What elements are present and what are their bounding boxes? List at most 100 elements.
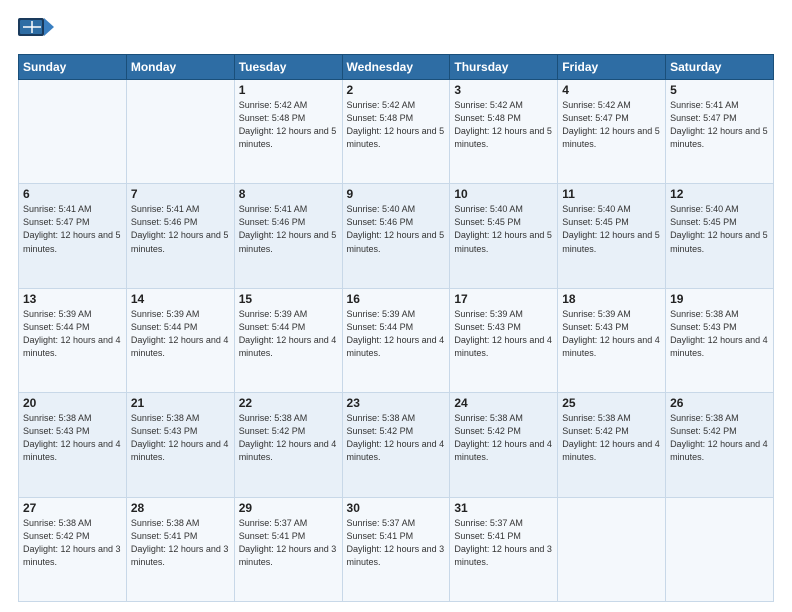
day-info: Sunrise: 5:42 AM Sunset: 5:47 PM Dayligh… — [562, 99, 661, 151]
day-info: Sunrise: 5:38 AM Sunset: 5:42 PM Dayligh… — [23, 517, 122, 569]
day-number: 20 — [23, 396, 122, 410]
calendar-day-1: 1 Sunrise: 5:42 AM Sunset: 5:48 PM Daylig… — [234, 80, 342, 184]
day-info: Sunrise: 5:39 AM Sunset: 5:43 PM Dayligh… — [454, 308, 553, 360]
day-number: 28 — [131, 501, 230, 515]
calendar-day-28: 28 Sunrise: 5:38 AM Sunset: 5:41 PM Dayli… — [126, 497, 234, 601]
calendar-week-row: 6 Sunrise: 5:41 AM Sunset: 5:47 PM Daylig… — [19, 184, 774, 288]
calendar-day-4: 4 Sunrise: 5:42 AM Sunset: 5:47 PM Daylig… — [558, 80, 666, 184]
calendar-day-3: 3 Sunrise: 5:42 AM Sunset: 5:48 PM Daylig… — [450, 80, 558, 184]
weekday-header-wednesday: Wednesday — [342, 55, 450, 80]
day-info: Sunrise: 5:39 AM Sunset: 5:44 PM Dayligh… — [347, 308, 446, 360]
calendar-day-15: 15 Sunrise: 5:39 AM Sunset: 5:44 PM Dayli… — [234, 288, 342, 392]
calendar-day-7: 7Sunrise: 5:41 AM Sunset: 5:46 PM Daylig… — [126, 184, 234, 288]
day-info: Sunrise: 5:40 AM Sunset: 5:45 PM Dayligh… — [670, 203, 769, 255]
day-number: 21 — [131, 396, 230, 410]
calendar-table: SundayMondayTuesdayWednesdayThursdayFrid… — [18, 54, 774, 602]
logo-icon — [18, 18, 54, 46]
day-info: Sunrise: 5:39 AM Sunset: 5:43 PM Dayligh… — [562, 308, 661, 360]
day-info: Sunrise: 5:38 AM Sunset: 5:41 PM Dayligh… — [131, 517, 230, 569]
calendar-day-9: 9 Sunrise: 5:40 AM Sunset: 5:46 PM Daylig… — [342, 184, 450, 288]
day-info: Sunrise: 5:38 AM Sunset: 5:43 PM Dayligh… — [23, 412, 122, 464]
day-number: 17 — [454, 292, 553, 306]
day-number: 11 — [562, 187, 661, 201]
calendar-day-30: 30 Sunrise: 5:37 AM Sunset: 5:41 PM Dayli… — [342, 497, 450, 601]
day-info: Sunrise: 5:40 AM Sunset: 5:45 PM Dayligh… — [454, 203, 553, 255]
calendar-week-row: 27 Sunrise: 5:38 AM Sunset: 5:42 PM Dayli… — [19, 497, 774, 601]
day-info: Sunrise: 5:38 AM Sunset: 5:43 PM Dayligh… — [131, 412, 230, 464]
page: SundayMondayTuesdayWednesdayThursdayFrid… — [0, 0, 792, 612]
day-number: 19 — [670, 292, 769, 306]
day-number: 6 — [23, 187, 122, 201]
calendar-empty-cell — [558, 497, 666, 601]
day-number: 29 — [239, 501, 338, 515]
calendar-day-18: 18Sunrise: 5:39 AM Sunset: 5:43 PM Dayli… — [558, 288, 666, 392]
calendar-week-row: 1 Sunrise: 5:42 AM Sunset: 5:48 PM Daylig… — [19, 80, 774, 184]
calendar-day-5: 5Sunrise: 5:41 AM Sunset: 5:47 PM Daylig… — [666, 80, 774, 184]
day-info: Sunrise: 5:41 AM Sunset: 5:47 PM Dayligh… — [23, 203, 122, 255]
day-number: 31 — [454, 501, 553, 515]
calendar-week-row: 20 Sunrise: 5:38 AM Sunset: 5:43 PM Dayli… — [19, 393, 774, 497]
header — [18, 18, 774, 46]
calendar-empty-cell — [666, 497, 774, 601]
calendar-day-12: 12 Sunrise: 5:40 AM Sunset: 5:45 PM Dayli… — [666, 184, 774, 288]
calendar-day-10: 10 Sunrise: 5:40 AM Sunset: 5:45 PM Dayli… — [450, 184, 558, 288]
calendar-day-13: 13 Sunrise: 5:39 AM Sunset: 5:44 PM Dayli… — [19, 288, 127, 392]
calendar-day-14: 14Sunrise: 5:39 AM Sunset: 5:44 PM Dayli… — [126, 288, 234, 392]
day-info: Sunrise: 5:38 AM Sunset: 5:43 PM Dayligh… — [670, 308, 769, 360]
weekday-header-monday: Monday — [126, 55, 234, 80]
calendar-day-27: 27 Sunrise: 5:38 AM Sunset: 5:42 PM Dayli… — [19, 497, 127, 601]
day-number: 22 — [239, 396, 338, 410]
day-info: Sunrise: 5:37 AM Sunset: 5:41 PM Dayligh… — [454, 517, 553, 569]
day-info: Sunrise: 5:39 AM Sunset: 5:44 PM Dayligh… — [23, 308, 122, 360]
day-number: 3 — [454, 83, 553, 97]
day-info: Sunrise: 5:39 AM Sunset: 5:44 PM Dayligh… — [239, 308, 338, 360]
day-info: Sunrise: 5:40 AM Sunset: 5:45 PM Dayligh… — [562, 203, 661, 255]
calendar-day-19: 19 Sunrise: 5:38 AM Sunset: 5:43 PM Dayli… — [666, 288, 774, 392]
day-number: 15 — [239, 292, 338, 306]
calendar-day-25: 25Sunrise: 5:38 AM Sunset: 5:42 PM Dayli… — [558, 393, 666, 497]
day-number: 5 — [670, 83, 769, 97]
calendar-day-22: 22 Sunrise: 5:38 AM Sunset: 5:42 PM Dayli… — [234, 393, 342, 497]
weekday-header-tuesday: Tuesday — [234, 55, 342, 80]
day-number: 8 — [239, 187, 338, 201]
day-info: Sunrise: 5:37 AM Sunset: 5:41 PM Dayligh… — [239, 517, 338, 569]
day-number: 12 — [670, 187, 769, 201]
day-number: 7 — [131, 187, 230, 201]
calendar-day-20: 20 Sunrise: 5:38 AM Sunset: 5:43 PM Dayli… — [19, 393, 127, 497]
day-number: 1 — [239, 83, 338, 97]
calendar-day-31: 31 Sunrise: 5:37 AM Sunset: 5:41 PM Dayli… — [450, 497, 558, 601]
calendar-empty-cell — [19, 80, 127, 184]
logo — [18, 18, 58, 46]
calendar-day-29: 29 Sunrise: 5:37 AM Sunset: 5:41 PM Dayli… — [234, 497, 342, 601]
day-info: Sunrise: 5:42 AM Sunset: 5:48 PM Dayligh… — [454, 99, 553, 151]
day-number: 13 — [23, 292, 122, 306]
day-info: Sunrise: 5:38 AM Sunset: 5:42 PM Dayligh… — [239, 412, 338, 464]
day-info: Sunrise: 5:38 AM Sunset: 5:42 PM Dayligh… — [562, 412, 661, 464]
calendar-empty-cell — [126, 80, 234, 184]
day-info: Sunrise: 5:37 AM Sunset: 5:41 PM Dayligh… — [347, 517, 446, 569]
calendar-day-26: 26Sunrise: 5:38 AM Sunset: 5:42 PM Dayli… — [666, 393, 774, 497]
day-number: 4 — [562, 83, 661, 97]
day-info: Sunrise: 5:38 AM Sunset: 5:42 PM Dayligh… — [347, 412, 446, 464]
calendar-header-row: SundayMondayTuesdayWednesdayThursdayFrid… — [19, 55, 774, 80]
day-number: 2 — [347, 83, 446, 97]
day-number: 9 — [347, 187, 446, 201]
day-info: Sunrise: 5:40 AM Sunset: 5:46 PM Dayligh… — [347, 203, 446, 255]
day-number: 30 — [347, 501, 446, 515]
day-number: 27 — [23, 501, 122, 515]
day-number: 10 — [454, 187, 553, 201]
day-number: 24 — [454, 396, 553, 410]
calendar-day-6: 6 Sunrise: 5:41 AM Sunset: 5:47 PM Daylig… — [19, 184, 127, 288]
weekday-header-friday: Friday — [558, 55, 666, 80]
calendar-day-8: 8 Sunrise: 5:41 AM Sunset: 5:46 PM Daylig… — [234, 184, 342, 288]
day-number: 26 — [670, 396, 769, 410]
day-number: 16 — [347, 292, 446, 306]
calendar-day-11: 11 Sunrise: 5:40 AM Sunset: 5:45 PM Dayli… — [558, 184, 666, 288]
weekday-header-saturday: Saturday — [666, 55, 774, 80]
weekday-header-sunday: Sunday — [19, 55, 127, 80]
weekday-header-thursday: Thursday — [450, 55, 558, 80]
day-info: Sunrise: 5:42 AM Sunset: 5:48 PM Dayligh… — [239, 99, 338, 151]
calendar-day-16: 16 Sunrise: 5:39 AM Sunset: 5:44 PM Dayli… — [342, 288, 450, 392]
calendar-day-17: 17 Sunrise: 5:39 AM Sunset: 5:43 PM Dayli… — [450, 288, 558, 392]
day-info: Sunrise: 5:41 AM Sunset: 5:46 PM Dayligh… — [239, 203, 338, 255]
